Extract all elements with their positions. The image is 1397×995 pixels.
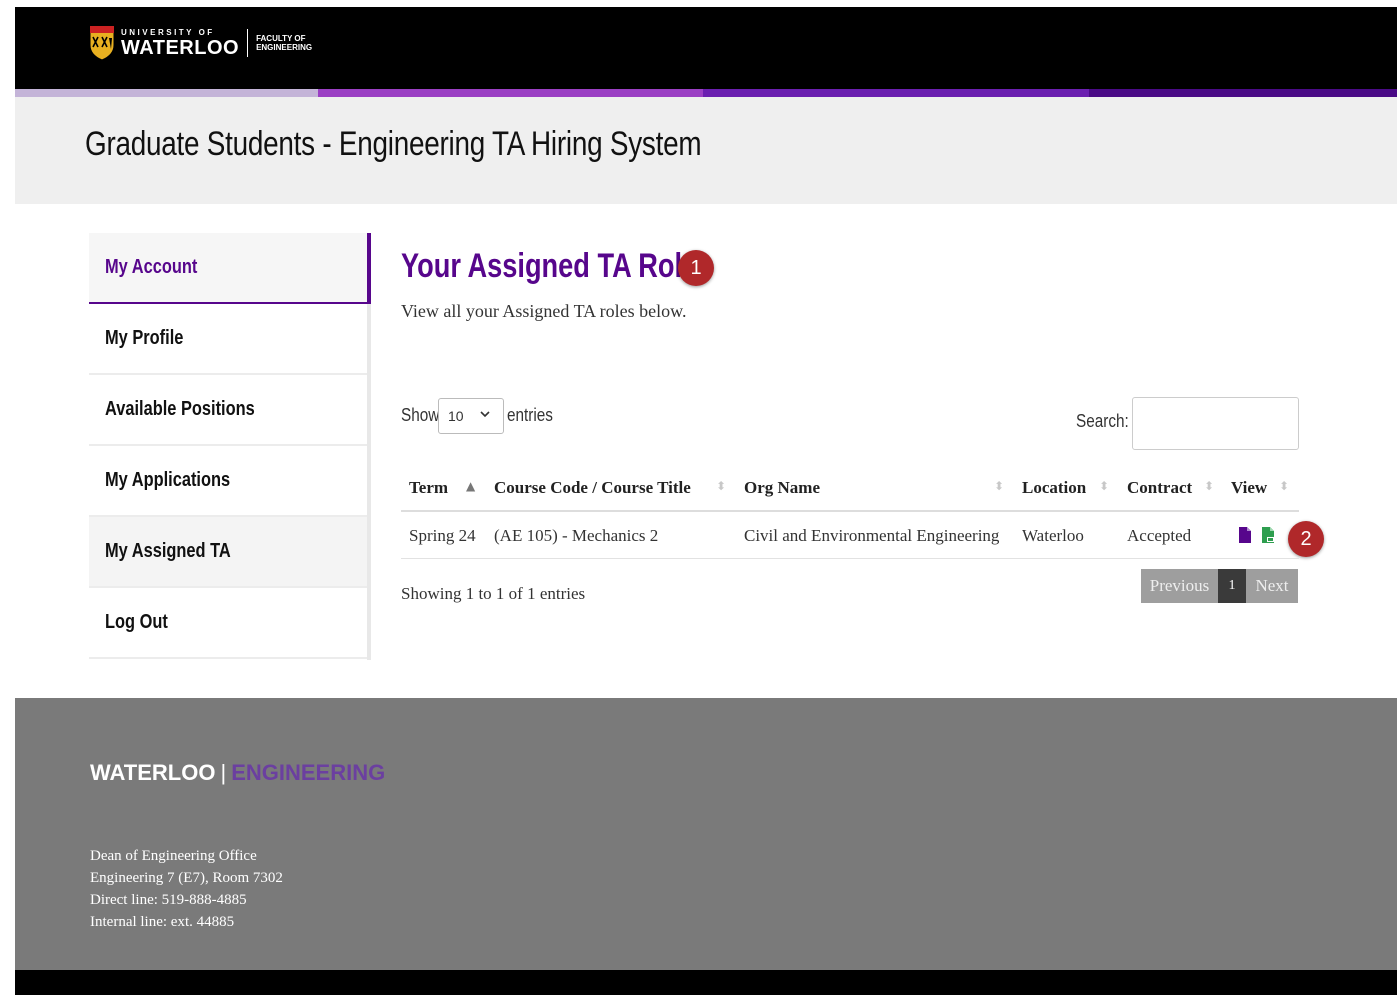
cell-contract: Accepted [1127,526,1192,545]
page-subtitle: View all your Assigned TA roles below. [401,301,687,321]
footer: WATERLOO | ENGINEERING Dean of Engineeri… [15,698,1397,970]
document-icon[interactable] [1238,526,1252,544]
system-banner: Graduate Students - Engineering TA Hirin… [15,97,1397,204]
search-input[interactable] [1132,397,1299,450]
logo-big-text: WATERLOO [121,36,240,59]
column-header-term[interactable]: Term [409,478,448,498]
page-1-button[interactable]: 1 [1218,569,1246,603]
column-header-contract[interactable]: Contract [1127,478,1192,498]
logo-small-text: UNIVERSITY OF [121,27,215,37]
sidebar-nav: My Account My Profile Available Position… [89,233,371,660]
annotation-badge: 1 [678,250,714,286]
footer-brand[interactable]: WATERLOO | ENGINEERING [90,760,385,786]
active-indicator [367,233,371,304]
stripe-segment [703,89,1089,97]
next-button[interactable]: Next [1246,569,1298,603]
cell-location: Waterloo [1022,526,1084,545]
column-header-view[interactable]: View [1231,478,1267,498]
logo-divider [247,29,249,57]
bottom-bar [15,970,1397,995]
sort-icon[interactable]: ⬍ [1099,479,1109,493]
sort-icon[interactable]: ⬍ [1279,479,1289,493]
column-header-org[interactable]: Org Name [744,478,820,498]
table-header-divider [401,510,1299,512]
sort-icon[interactable]: ⬍ [994,479,1004,493]
cell-course: (AE 105) - Mechanics 2 [494,526,659,545]
sidebar-item-my-account[interactable]: My Account [89,233,367,304]
sidebar-item-my-assigned-ta[interactable]: My Assigned TA [89,517,367,588]
sidebar-item-my-profile[interactable]: My Profile [89,304,367,375]
system-title: Graduate Students - Engineering TA Hirin… [85,125,702,163]
cell-term: Spring 24 [409,526,476,545]
pagination: Previous 1 Next [1141,569,1298,603]
sort-asc-icon[interactable]: ▲ [466,479,475,493]
sidebar-item-available-positions[interactable]: Available Positions [89,375,367,446]
pdf-document-icon[interactable] [1261,526,1275,544]
stripe-segment [1089,89,1397,97]
stripe-segment [318,89,703,97]
table-row-divider [401,558,1299,559]
column-header-location[interactable]: Location [1022,478,1086,498]
color-stripe [15,89,1397,97]
app-frame: UNIVERSITY OF WATERLOO FACULTY OF ENGINE… [15,7,1397,995]
sidebar-item-my-applications[interactable]: My Applications [89,446,367,517]
faculty-text: FACULTY OF ENGINEERING [256,34,313,52]
column-header-course[interactable]: Course Code / Course Title [494,478,691,498]
chevron-down-icon [480,411,490,418]
top-bar: UNIVERSITY OF WATERLOO FACULTY OF ENGINE… [15,7,1397,89]
show-label: Show [401,405,440,425]
footer-address: Dean of Engineering Office Engineering 7… [90,848,283,930]
previous-button[interactable]: Previous [1141,569,1218,603]
search-label: Search: [1076,411,1129,431]
crest-icon [89,25,115,61]
university-logo[interactable]: UNIVERSITY OF WATERLOO FACULTY OF ENGINE… [89,25,312,61]
stripe-segment [15,89,318,97]
cell-org: Civil and Environmental Engineering [744,526,1000,545]
entries-label: entries [507,405,553,425]
sort-icon[interactable]: ⬍ [716,479,726,493]
annotation-badge: 2 [1288,521,1324,557]
entries-summary: Showing 1 to 1 of 1 entries [401,584,586,603]
sidebar-item-log-out[interactable]: Log Out [89,588,367,659]
entries-select[interactable]: 10 [438,398,504,434]
page-title: Your Assigned TA Roles [401,247,713,285]
sort-icon[interactable]: ⬍ [1204,479,1214,493]
